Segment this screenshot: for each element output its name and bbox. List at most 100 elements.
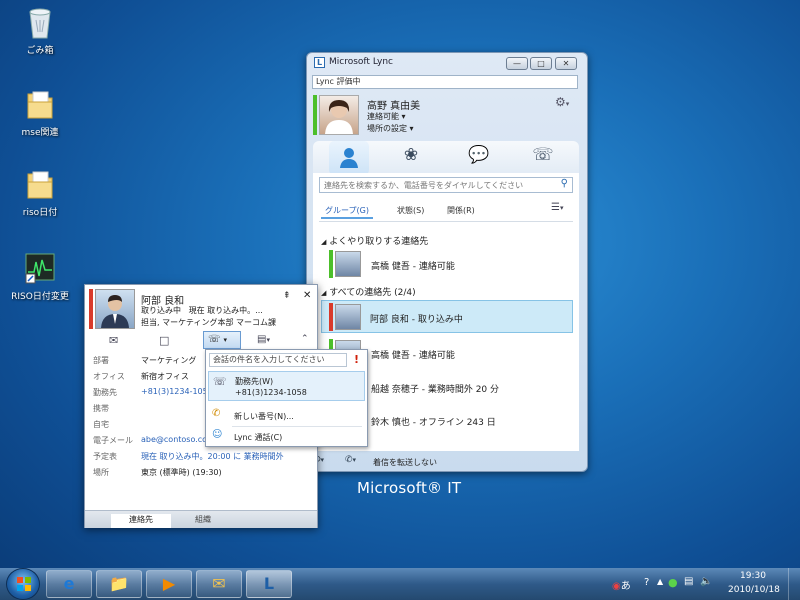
subject-input[interactable]: 会話の件名を入力してください bbox=[209, 353, 347, 367]
chevron-down-icon: ▾ bbox=[409, 124, 414, 133]
close-button[interactable]: ✕ bbox=[555, 57, 577, 70]
menu-item-label: 勤務先(W) bbox=[235, 377, 274, 386]
phone-icon: ☏ bbox=[208, 334, 221, 345]
field-label-work-phone: 勤務先 bbox=[93, 388, 117, 397]
field-label-calendar: 予定表 bbox=[93, 452, 117, 461]
desktop-icon-label: riso日付 bbox=[22, 208, 58, 218]
taskbar-media-player[interactable]: ▶ bbox=[146, 570, 192, 598]
taskbar-explorer[interactable]: 📁 bbox=[96, 570, 142, 598]
contact-name: 高橋 健吾 - 連絡可能 bbox=[371, 262, 455, 272]
tab-status[interactable]: 状態(S) bbox=[397, 205, 424, 216]
shortcut-icon bbox=[24, 252, 56, 286]
taskbar-outlook[interactable]: ✉ bbox=[196, 570, 242, 598]
desktop-icon-mse-folder[interactable]: mse関連 bbox=[5, 88, 75, 138]
folder-icon bbox=[24, 88, 56, 122]
close-icon[interactable]: ✕ bbox=[303, 290, 311, 301]
user-avatar[interactable] bbox=[319, 95, 359, 135]
contact-name: 鈴木 慎也 - オフライン 243 日 bbox=[371, 418, 496, 428]
chevron-up-icon[interactable]: ⌃ bbox=[301, 334, 309, 344]
user-presence-bar bbox=[313, 95, 317, 135]
user-status-dropdown[interactable]: 連絡可能 ▾ bbox=[367, 111, 406, 122]
call-dropdown-menu[interactable]: 会話の件名を入力してください ! ☏ 勤務先(W) +81(3)1234-105… bbox=[205, 349, 368, 447]
lync-title-bar[interactable]: L Microsoft Lync — □ ✕ bbox=[307, 53, 587, 73]
presence-busy-bar bbox=[329, 303, 333, 331]
desktop-icon-recycle-bin[interactable]: ごみ箱 bbox=[5, 6, 75, 56]
subject-placeholder: 会話の件名を入力してください bbox=[213, 355, 325, 364]
contact-title-line: 担当, マーケティング本部 マーコム課 bbox=[141, 318, 276, 327]
group-header-all[interactable]: ◢ すべての連絡先 (2/4) bbox=[321, 285, 416, 298]
lync-logo-icon: L bbox=[314, 57, 325, 68]
search-placeholder: 連絡先を検索するか、電話番号をダイヤルしてください bbox=[324, 181, 524, 190]
tray-network-icon[interactable]: ▤ bbox=[684, 576, 693, 587]
im-icon[interactable]: □ bbox=[159, 334, 169, 347]
tab-organization[interactable]: 組織 bbox=[175, 514, 231, 525]
field-value-work-phone[interactable]: +81(3)1234-105 bbox=[141, 387, 208, 396]
contact-row[interactable]: 高橋 健吾 - 連絡可能 bbox=[329, 249, 571, 279]
call-button[interactable]: ☏ ▾ bbox=[203, 331, 241, 349]
menu-item-lync-call[interactable]: ☺ Lync 通話(C) bbox=[208, 429, 365, 445]
menu-item-work-phone[interactable]: ☏ 勤務先(W) +81(3)1234-1058 bbox=[208, 371, 365, 401]
field-label-home: 自宅 bbox=[93, 420, 109, 429]
tray-help-icon[interactable]: ? bbox=[644, 577, 649, 588]
presence-available-bar bbox=[329, 250, 333, 278]
tab-groups[interactable]: グループ(G) bbox=[325, 205, 369, 216]
taskbar-ie[interactable]: e bbox=[46, 570, 92, 598]
tab-phone[interactable]: ☏ bbox=[529, 145, 557, 169]
field-label-department: 部署 bbox=[93, 356, 109, 365]
forward-status[interactable]: 着信を転送しない bbox=[373, 457, 437, 468]
clock-time[interactable]: 19:30 bbox=[740, 571, 766, 581]
contact-row-selected[interactable]: 阿部 良和 - 取り込み中 bbox=[321, 300, 573, 333]
windows-logo-icon bbox=[16, 576, 32, 592]
group-name: よくやり取りする連絡先 bbox=[329, 237, 429, 247]
list-options-icon[interactable]: ☰▾ bbox=[551, 202, 563, 213]
tab-contacts[interactable] bbox=[329, 141, 369, 175]
minimize-button[interactable]: — bbox=[506, 57, 528, 70]
contact-avatar bbox=[335, 251, 361, 277]
field-label-location: 場所 bbox=[93, 468, 109, 477]
personal-note-field[interactable]: Lync 評価中 bbox=[312, 75, 578, 89]
call-forward-icon: ✆ bbox=[345, 455, 353, 465]
contact-name: 阿部 良和 - 取り込み中 bbox=[370, 315, 463, 325]
contact-name: 船越 奈穂子 - 業務時間外 20 分 bbox=[371, 385, 500, 395]
desktop-icon-riso-shortcut[interactable]: RISO日付変更 bbox=[5, 252, 75, 302]
clock-date[interactable]: 2010/10/18 bbox=[728, 585, 780, 595]
user-location-dropdown[interactable]: 場所の設定 ▾ bbox=[367, 123, 414, 134]
contact-name: 高橋 健吾 - 連絡可能 bbox=[371, 351, 455, 361]
tray-expand-icon[interactable]: ▲ bbox=[657, 577, 663, 586]
email-icon[interactable]: ✉ bbox=[109, 334, 118, 347]
group-header-frequent[interactable]: ◢ よくやり取りする連絡先 bbox=[321, 234, 428, 247]
field-value-office: 新宿オフィス bbox=[141, 372, 189, 381]
importance-icon[interactable]: ! bbox=[354, 353, 359, 366]
forward-dropdown[interactable]: ✆▾ bbox=[345, 455, 356, 465]
field-value-email[interactable]: abe@contoso.co bbox=[141, 435, 207, 444]
user-name: 高野 真由美 bbox=[367, 101, 421, 112]
tab-relationship[interactable]: 関係(R) bbox=[447, 205, 475, 216]
show-desktop-button[interactable] bbox=[788, 568, 800, 600]
field-label-mobile: 携帯 bbox=[93, 404, 109, 413]
options-gear-icon[interactable]: ⚙▾ bbox=[555, 95, 569, 109]
media-player-icon: ▶ bbox=[162, 574, 176, 593]
contact-avatar bbox=[335, 304, 361, 330]
ime-indicator[interactable]: ◉あ bbox=[612, 577, 631, 592]
ime-icon: ◉ bbox=[612, 581, 621, 592]
maximize-button[interactable]: □ bbox=[530, 57, 552, 70]
divider bbox=[319, 221, 573, 222]
user-location: 場所の設定 bbox=[367, 124, 407, 133]
pin-icon[interactable]: ⇞ bbox=[283, 291, 291, 301]
menu-item-new-number[interactable]: ✆ 新しい番号(N)... bbox=[208, 408, 365, 424]
tab-conversations[interactable]: 💬 bbox=[465, 145, 493, 169]
conversation-icon: 💬 bbox=[468, 145, 490, 165]
desktop-icon-riso-folder[interactable]: riso日付 bbox=[5, 168, 75, 218]
tab-contact[interactable]: 連絡先 bbox=[111, 514, 171, 528]
tab-status-feed[interactable]: ❀ bbox=[397, 145, 425, 169]
collapse-triangle-icon: ◢ bbox=[321, 289, 327, 297]
group-name: すべての連絡先 (2/4) bbox=[329, 288, 416, 298]
taskbar-lync[interactable]: L bbox=[246, 570, 292, 598]
lync-call-icon: ☺ bbox=[212, 429, 223, 440]
folder-icon bbox=[24, 168, 56, 202]
tray-lync-icon[interactable]: ● bbox=[668, 576, 678, 589]
start-button[interactable] bbox=[6, 568, 40, 600]
schedule-meeting-icon[interactable]: ▤▾ bbox=[257, 334, 270, 345]
search-input[interactable]: 連絡先を検索するか、電話番号をダイヤルしてください ⚲ bbox=[319, 177, 573, 193]
tray-volume-icon[interactable]: 🔈 bbox=[700, 576, 712, 587]
